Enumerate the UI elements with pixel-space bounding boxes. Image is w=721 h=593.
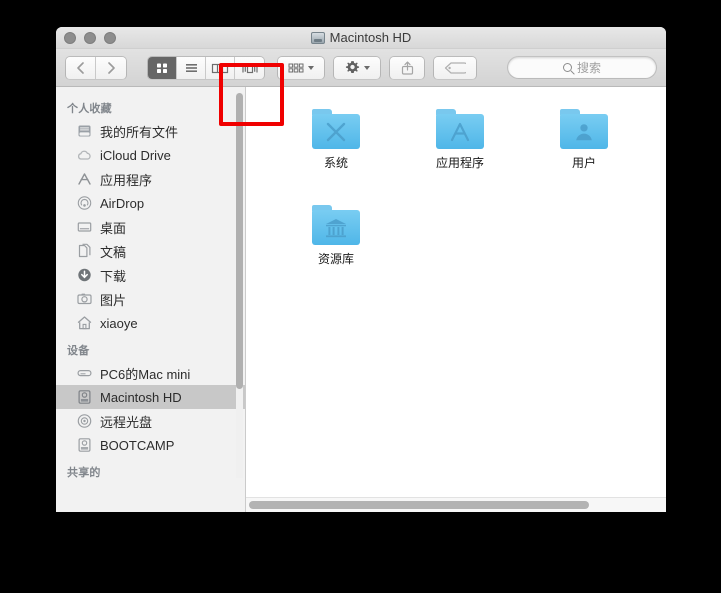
sidebar-item-all-my-files[interactable]: 我的所有文件 bbox=[56, 119, 245, 143]
window-body: 个人收藏 我的所有文件 iCloud Drive 应用程序 AirDrop 桌面 bbox=[56, 87, 666, 512]
file-item-label: 应用程序 bbox=[435, 156, 484, 170]
share-button[interactable] bbox=[390, 56, 424, 79]
sidebar-item-label: 文稿 bbox=[100, 244, 127, 260]
desktop-icon bbox=[77, 222, 92, 232]
sidebar-item-macintosh-hd[interactable]: Macintosh HD bbox=[56, 385, 245, 409]
sidebar: 个人收藏 我的所有文件 iCloud Drive 应用程序 AirDrop 桌面 bbox=[56, 87, 246, 512]
search-input[interactable]: 搜索 bbox=[508, 57, 656, 78]
sidebar-item-pictures[interactable]: 图片 bbox=[56, 287, 245, 311]
share-icon bbox=[401, 61, 413, 75]
coverflow-view-button[interactable] bbox=[235, 56, 264, 79]
sidebar-item-remote-disc[interactable]: 远程光盘 bbox=[56, 409, 245, 433]
close-button[interactable] bbox=[64, 32, 76, 44]
folder-icon bbox=[436, 109, 484, 149]
arrange-button[interactable] bbox=[278, 56, 324, 79]
window-titlebar[interactable]: Macintosh HD bbox=[56, 27, 666, 49]
file-item[interactable]: 用户 bbox=[522, 105, 646, 201]
arrange-icon bbox=[288, 63, 304, 73]
system-x-icon bbox=[312, 114, 360, 149]
sidebar-item-icloud-drive[interactable]: iCloud Drive bbox=[56, 143, 245, 167]
sidebar-item-applications[interactable]: 应用程序 bbox=[56, 167, 245, 191]
sidebar-item-label: 图片 bbox=[100, 292, 127, 308]
sidebar-item-downloads[interactable]: 下载 bbox=[56, 263, 245, 287]
view-mode-group bbox=[148, 56, 264, 79]
applications-a-icon bbox=[436, 114, 484, 149]
file-browser-content: 系统 应用程序 用户 资源库 bbox=[246, 87, 666, 512]
sidebar-section-devices-header: 设备 bbox=[67, 345, 90, 357]
sidebar-scrollbar[interactable] bbox=[236, 93, 243, 478]
forward-button[interactable] bbox=[96, 56, 126, 79]
documents-icon bbox=[78, 243, 91, 258]
sidebar-item-documents[interactable]: 文稿 bbox=[56, 239, 245, 263]
hard-disk-icon bbox=[78, 390, 91, 404]
file-item[interactable]: 资源库 bbox=[274, 201, 398, 297]
file-item[interactable]: 应用程序 bbox=[398, 105, 522, 201]
tag-button[interactable] bbox=[434, 56, 476, 79]
hard-disk-icon bbox=[78, 438, 91, 452]
sidebar-item-label: iCloud Drive bbox=[100, 147, 171, 163]
sidebar-item-label: xiaoye bbox=[100, 315, 138, 331]
sidebar-item-label: 应用程序 bbox=[100, 172, 153, 188]
sidebar-item-airdrop[interactable]: AirDrop bbox=[56, 191, 245, 215]
users-person-icon bbox=[560, 114, 608, 149]
icon-view-button[interactable] bbox=[148, 56, 177, 79]
applications-icon bbox=[78, 173, 91, 185]
sidebar-item-label: 下载 bbox=[100, 268, 127, 284]
pictures-icon bbox=[77, 293, 92, 305]
computer-icon bbox=[77, 369, 92, 377]
sidebar-item-label: Macintosh HD bbox=[100, 389, 182, 405]
sidebar-section-shared-header: 共享的 bbox=[67, 467, 101, 479]
zoom-button[interactable] bbox=[104, 32, 116, 44]
folder-icon bbox=[312, 109, 360, 149]
all-files-icon bbox=[78, 125, 91, 137]
chevron-down-icon bbox=[363, 65, 370, 70]
file-item[interactable]: 系统 bbox=[274, 105, 398, 201]
toolbar: 搜索 bbox=[56, 49, 666, 87]
finder-window: Macintosh HD 搜索 个人收藏 我的所有文件 iCloud Drive… bbox=[56, 27, 666, 512]
sidebar-item-label: 远程光盘 bbox=[100, 414, 153, 430]
sidebar-item-mac-mini[interactable]: PC6的Mac mini bbox=[56, 361, 245, 385]
folder-icon bbox=[312, 205, 360, 245]
action-menu-button[interactable] bbox=[334, 56, 380, 79]
gear-icon bbox=[345, 61, 359, 74]
column-view-button[interactable] bbox=[206, 56, 235, 79]
sidebar-item-label: BOOTCAMP bbox=[100, 437, 175, 453]
traffic-lights bbox=[64, 27, 116, 49]
sidebar-section-favorites-header: 个人收藏 bbox=[67, 103, 112, 115]
hard-disk-icon bbox=[310, 31, 325, 44]
file-item-label: 资源库 bbox=[317, 252, 354, 266]
cloud-icon bbox=[77, 150, 91, 160]
navigation-buttons bbox=[66, 56, 126, 79]
sidebar-item-label: 桌面 bbox=[100, 220, 127, 236]
list-view-button[interactable] bbox=[177, 56, 206, 79]
sidebar-item-label: 我的所有文件 bbox=[100, 124, 179, 140]
home-icon bbox=[77, 316, 92, 330]
back-button[interactable] bbox=[66, 56, 96, 79]
downloads-icon bbox=[78, 268, 91, 282]
horizontal-scrollbar[interactable] bbox=[246, 497, 666, 512]
icon-grid: 系统 应用程序 用户 资源库 bbox=[246, 87, 666, 497]
folder-icon bbox=[560, 109, 608, 149]
sidebar-item-label: PC6的Mac mini bbox=[100, 366, 191, 382]
library-bank-icon bbox=[312, 210, 360, 245]
window-title-text: Macintosh HD bbox=[329, 30, 412, 45]
sidebar-item-home[interactable]: xiaoye bbox=[56, 311, 245, 335]
file-item-label: 用户 bbox=[571, 156, 596, 170]
sidebar-item-bootcamp[interactable]: BOOTCAMP bbox=[56, 433, 245, 457]
optical-disc-icon bbox=[77, 414, 92, 428]
horizontal-scrollbar-thumb[interactable] bbox=[249, 501, 589, 509]
page-title: Macintosh HD bbox=[56, 30, 666, 45]
airdrop-icon bbox=[77, 196, 92, 210]
sidebar-scrollbar-thumb[interactable] bbox=[236, 93, 243, 389]
tag-icon bbox=[444, 61, 466, 74]
search-icon bbox=[562, 63, 572, 72]
sidebar-item-label: AirDrop bbox=[100, 195, 145, 211]
sidebar-item-desktop[interactable]: 桌面 bbox=[56, 215, 245, 239]
minimize-button[interactable] bbox=[84, 32, 96, 44]
chevron-down-icon bbox=[308, 65, 314, 70]
file-item-label: 系统 bbox=[323, 156, 348, 170]
search-placeholder: 搜索 bbox=[576, 61, 601, 75]
